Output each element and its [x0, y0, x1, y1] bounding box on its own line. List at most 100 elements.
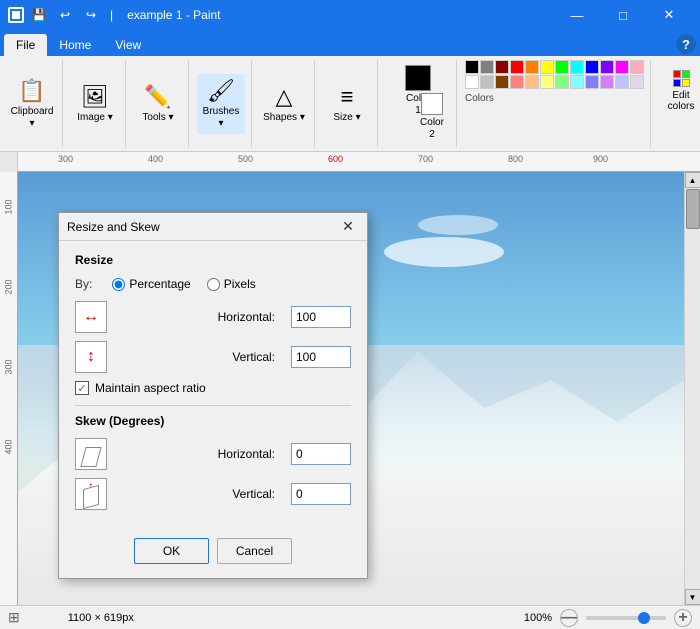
zoom-in-button[interactable]: + [674, 609, 692, 627]
clipboard-label: Clipboard [10, 106, 54, 130]
ruler-tick-v: 200 [4, 279, 14, 294]
image-button[interactable]: 🖼 Image [71, 74, 119, 134]
by-label: By: [75, 277, 92, 291]
palette-cell[interactable] [585, 75, 599, 89]
tools-label: Tools [142, 112, 173, 124]
maintain-aspect-ratio-checkbox[interactable]: ✓ [75, 381, 89, 395]
zoom-thumb[interactable] [638, 612, 650, 624]
edit-colors-label: Edit colors [668, 90, 695, 112]
maximize-button[interactable]: □ [600, 0, 646, 30]
zoom-out-button[interactable]: — [560, 609, 578, 627]
tools-button[interactable]: ✏️ Tools [134, 74, 182, 134]
cancel-button[interactable]: Cancel [217, 538, 292, 564]
palette-cell[interactable] [495, 75, 509, 89]
palette-cell[interactable] [555, 75, 569, 89]
palette-cell[interactable] [615, 75, 629, 89]
vertical-skew-row: ↕ Vertical: [75, 478, 351, 510]
vertical-resize-row: ↕ Vertical: [75, 341, 351, 373]
tab-view[interactable]: View [103, 34, 153, 56]
minimize-button[interactable]: — [554, 0, 600, 30]
ruler-tick: 900 [593, 154, 608, 164]
palette-cell[interactable] [480, 75, 494, 89]
save-quick-btn[interactable]: 💾 [28, 4, 50, 26]
shapes-icon: △ [276, 84, 293, 110]
ruler-tick: 800 [508, 154, 523, 164]
ruler-tick-v: 400 [4, 439, 14, 454]
palette-cell[interactable] [480, 60, 494, 74]
palette-cell[interactable] [600, 75, 614, 89]
horizontal-skew-input[interactable] [291, 443, 351, 465]
scroll-down-button[interactable]: ▼ [685, 589, 700, 605]
palette-cell[interactable] [570, 75, 584, 89]
palette-cell[interactable] [510, 60, 524, 74]
horizontal-resize-label: Horizontal: [115, 310, 275, 324]
palette-cell[interactable] [495, 60, 509, 74]
percentage-radio[interactable] [112, 278, 125, 291]
ruler-tick: 300 [58, 154, 73, 164]
image-icon: 🖼 [81, 84, 109, 110]
horizontal-skew-label: Horizontal: [115, 447, 275, 461]
undo-quick-btn[interactable]: ↩ [54, 4, 76, 26]
vertical-skew-icon-box: ↕ [75, 478, 107, 510]
close-button[interactable]: ✕ [646, 0, 692, 30]
horizontal-skew-icon-box: ↔ [75, 438, 107, 470]
shapes-label: Shapes [263, 112, 305, 124]
ribbon-group-palette: Colors [459, 60, 651, 147]
zoom-slider[interactable] [586, 616, 666, 620]
size-button[interactable]: ≡ Size [323, 74, 371, 134]
palette-cell[interactable] [525, 60, 539, 74]
skew-parallelogram-v-icon [83, 485, 99, 509]
skew-parallelogram-icon [80, 447, 101, 467]
maintain-aspect-ratio-label[interactable]: ✓ Maintain aspect ratio [75, 381, 351, 395]
scroll-thumb[interactable] [686, 189, 700, 229]
palette-cell[interactable] [555, 60, 569, 74]
color2-button[interactable]: Color 2 [412, 86, 452, 148]
palette-cell[interactable] [600, 60, 614, 74]
dialog-body: Resize By: Percentage Pixels [59, 241, 367, 530]
help-button[interactable]: ? [676, 34, 696, 54]
edit-colors-button[interactable]: Edit colors [659, 60, 700, 122]
palette-cell[interactable] [465, 60, 479, 74]
vertical-skew-input[interactable] [291, 483, 351, 505]
brushes-button[interactable]: 🖌 Brushes [197, 74, 245, 134]
dimensions-display: 1100 × 619px [68, 612, 134, 624]
scroll-up-button[interactable]: ▲ [685, 172, 700, 188]
palette-cell[interactable] [525, 75, 539, 89]
palette-cell[interactable] [630, 75, 644, 89]
colors-group-label: Colors [465, 93, 494, 104]
palette-cell[interactable] [465, 75, 479, 89]
palette-cell[interactable] [540, 60, 554, 74]
vertical-scrollbar: ▲ ▼ [684, 172, 700, 605]
tab-home[interactable]: Home [47, 34, 103, 56]
pixels-radio-label[interactable]: Pixels [207, 277, 256, 291]
percentage-label: Percentage [129, 277, 190, 291]
brushes-label: Brushes [199, 106, 243, 130]
pixels-radio[interactable] [207, 278, 220, 291]
palette-cell[interactable] [585, 60, 599, 74]
modal-overlay: Resize and Skew ✕ Resize By: Percentage [18, 172, 684, 605]
shapes-button[interactable]: △ Shapes [260, 74, 308, 134]
redo-quick-btn[interactable]: ↪ [80, 4, 102, 26]
vertical-skew-label: Vertical: [115, 487, 275, 501]
status-resize-icon[interactable]: ⊞ [8, 609, 20, 626]
resize-section-title: Resize [75, 253, 351, 267]
dialog-close-button[interactable]: ✕ [337, 216, 359, 238]
palette-cell[interactable] [630, 60, 644, 74]
skew-section-title: Skew (Degrees) [75, 414, 351, 428]
percentage-radio-label[interactable]: Percentage [112, 277, 190, 291]
ribbon-group-brushes: 🖌 Brushes [191, 60, 252, 147]
vertical-resize-input[interactable] [291, 346, 351, 368]
horizontal-resize-input[interactable] [291, 306, 351, 328]
tab-file[interactable]: File [4, 34, 47, 56]
palette-cell[interactable] [615, 60, 629, 74]
ok-button[interactable]: OK [134, 538, 209, 564]
palette-cell[interactable] [540, 75, 554, 89]
dialog-title-bar: Resize and Skew ✕ [59, 213, 367, 241]
ruler-area: 300 400 500 600 700 800 900 [0, 152, 700, 172]
canvas-area: 100 200 300 400 Resize and Skew ✕ Resize [0, 172, 700, 605]
by-row: By: Percentage Pixels [75, 277, 351, 291]
palette-cell[interactable] [510, 75, 524, 89]
clipboard-button[interactable]: 📋 Clipboard [8, 74, 56, 134]
scroll-track[interactable] [685, 188, 700, 589]
palette-cell[interactable] [570, 60, 584, 74]
